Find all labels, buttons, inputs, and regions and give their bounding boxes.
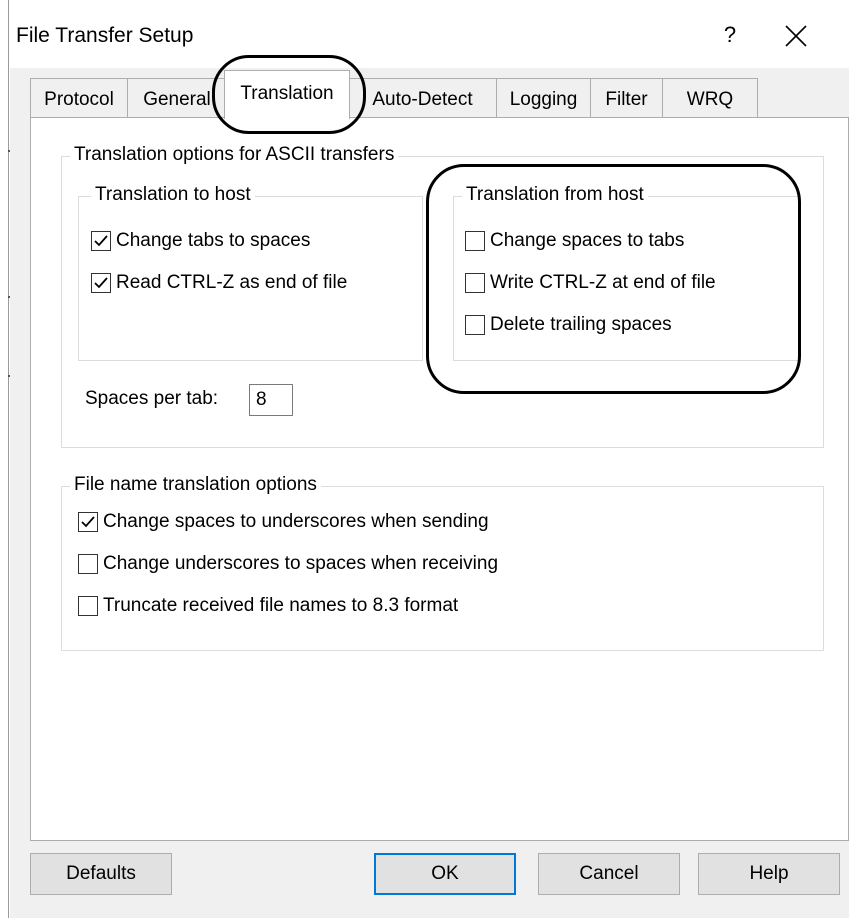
spaces-per-tab-label: Spaces per tab:: [85, 388, 219, 409]
checkbox-box[interactable]: [78, 596, 98, 616]
ok-button[interactable]: OK: [374, 853, 516, 895]
checkbox-box[interactable]: [78, 512, 98, 532]
truncate-file-names-checkbox[interactable]: Truncate received file names to 8.3 form…: [78, 595, 458, 617]
close-icon[interactable]: [774, 16, 818, 56]
checkbox-box[interactable]: [465, 231, 485, 251]
checkbox-box[interactable]: [465, 315, 485, 335]
change-tabs-to-spaces-checkbox[interactable]: Change tabs to spaces: [91, 230, 310, 252]
from-host-group: Translation from host Change spaces to t…: [453, 184, 799, 361]
help-question-button[interactable]: ?: [718, 22, 742, 48]
spaces-per-tab-input[interactable]: 8: [249, 384, 293, 416]
change-spaces-to-tabs-checkbox[interactable]: Change spaces to tabs: [465, 230, 684, 252]
help-button[interactable]: Help: [698, 853, 840, 895]
file-transfer-setup-dialog: File Transfer Setup ? Protocol General T…: [10, 0, 849, 918]
to-host-label: Translation to host: [91, 184, 255, 206]
checkbox-label: Delete trailing spaces: [490, 314, 672, 335]
translation-panel: Translation options for ASCII transfers …: [30, 117, 849, 841]
to-host-group: Translation to host Change tabs to space…: [78, 184, 423, 361]
dialog-title: File Transfer Setup: [16, 24, 194, 47]
tab-protocol[interactable]: Protocol: [30, 78, 128, 118]
tab-wrq[interactable]: WRQ: [662, 78, 758, 118]
checkbox-box[interactable]: [91, 273, 111, 293]
file-name-options-label: File name translation options: [70, 474, 321, 496]
checkbox-label: Change tabs to spaces: [116, 230, 311, 251]
ascii-options-label: Translation options for ASCII transfers: [70, 144, 399, 166]
checkbox-label: Truncate received file names to 8.3 form…: [103, 595, 459, 616]
checkbox-box[interactable]: [91, 231, 111, 251]
file-name-options-group: File name translation options Change spa…: [61, 474, 824, 651]
tab-translation[interactable]: Translation: [224, 70, 350, 119]
checkbox-box[interactable]: [465, 273, 485, 293]
checkbox-label: Change spaces to tabs: [490, 230, 685, 251]
from-host-label: Translation from host: [462, 184, 648, 206]
underscores-to-spaces-checkbox[interactable]: Change underscores to spaces when receiv…: [78, 553, 498, 575]
delete-trailing-spaces-checkbox[interactable]: Delete trailing spaces: [465, 314, 672, 336]
cancel-button[interactable]: Cancel: [538, 853, 680, 895]
checkbox-label: Change spaces to underscores when sendin…: [103, 511, 489, 532]
write-ctrl-z-checkbox[interactable]: Write CTRL-Z at end of file: [465, 272, 716, 294]
tab-general[interactable]: General: [127, 78, 227, 118]
title-bar: File Transfer Setup ?: [10, 0, 849, 68]
read-ctrl-z-checkbox[interactable]: Read CTRL-Z as end of file: [91, 272, 347, 294]
tab-logging[interactable]: Logging: [496, 78, 591, 118]
checkbox-label: Change underscores to spaces when receiv…: [103, 553, 499, 574]
defaults-button[interactable]: Defaults: [30, 853, 172, 895]
tab-filter[interactable]: Filter: [590, 78, 663, 118]
spaces-to-underscores-checkbox[interactable]: Change spaces to underscores when sendin…: [78, 511, 489, 533]
checkbox-label: Write CTRL-Z at end of file: [490, 272, 716, 293]
window-edge: [8, 0, 9, 918]
checkbox-box[interactable]: [78, 554, 98, 574]
tab-auto-detect[interactable]: Auto-Detect: [348, 78, 497, 118]
checkbox-label: Read CTRL-Z as end of file: [116, 272, 348, 293]
